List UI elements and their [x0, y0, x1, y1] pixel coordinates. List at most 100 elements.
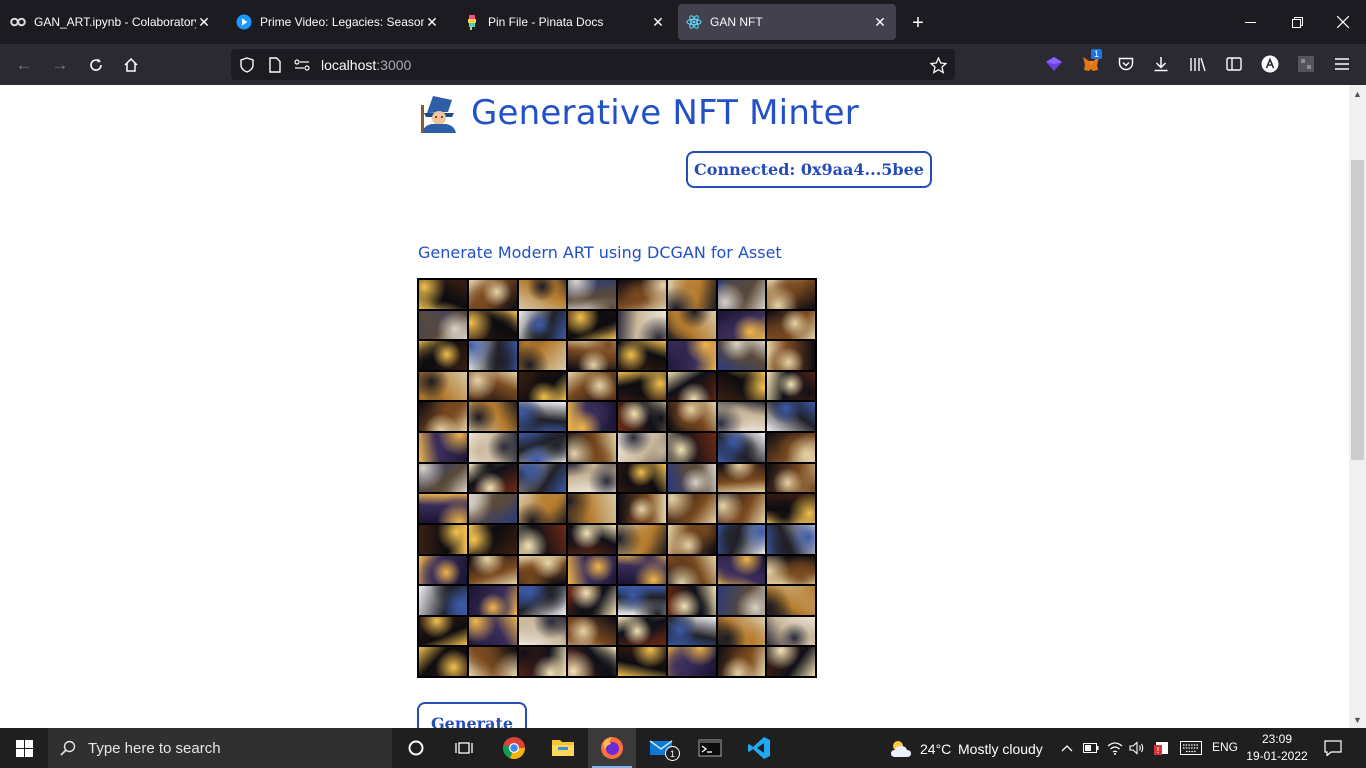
art-tile [618, 341, 666, 370]
pocket-icon[interactable] [1114, 52, 1138, 76]
art-tile [767, 433, 815, 462]
art-tile [568, 463, 616, 493]
art-tile [468, 555, 517, 585]
mail-badge: 1 [665, 746, 680, 761]
taskbar-terminal[interactable] [686, 728, 734, 768]
tab-label: Prime Video: Legacies: Season 4 [260, 15, 424, 29]
close-window-button[interactable] [1328, 8, 1358, 36]
cortana-button[interactable] [392, 728, 440, 768]
art-tile [767, 371, 815, 401]
page-icon[interactable] [266, 56, 284, 74]
art-tile [767, 280, 815, 309]
forward-button[interactable]: → [47, 52, 73, 78]
chevron-up-icon[interactable] [1058, 739, 1076, 757]
taskbar-firefox[interactable] [588, 728, 636, 768]
colab-icon [10, 14, 26, 30]
restore-button[interactable] [1282, 8, 1312, 36]
weather-text[interactable]: Mostly cloudy [958, 741, 1043, 757]
start-button[interactable] [0, 728, 48, 768]
art-tile [568, 371, 616, 401]
weather-temp[interactable]: 24°C [920, 741, 951, 757]
art-tile [568, 341, 616, 370]
taskbar-mail[interactable]: 1 [637, 728, 685, 768]
chrome-icon [503, 737, 526, 760]
taskbar-file-explorer[interactable] [539, 728, 587, 768]
minimize-button[interactable] [1235, 8, 1265, 36]
art-tile [518, 586, 567, 615]
shield-icon[interactable] [238, 56, 256, 74]
art-tile [618, 586, 666, 615]
tab-gan-nft[interactable]: GAN NFT ✕ [678, 4, 896, 40]
art-tile [717, 524, 766, 554]
home-button[interactable] [118, 52, 144, 78]
browser-tab-bar: GAN_ART.ipynb - Colaboratory ✕ Prime Vid… [0, 0, 1366, 44]
art-tile [767, 310, 815, 340]
wallet-connect-button[interactable]: Connected: 0x9aa4...5bee [686, 151, 932, 188]
tab-pinata[interactable]: Pin File - Pinata Docs ✕ [456, 4, 674, 40]
security-alert-icon[interactable]: ! [1152, 739, 1170, 757]
header: Generative NFT Minter [418, 89, 859, 137]
scroll-down-icon[interactable]: ▼ [1352, 714, 1363, 725]
art-tile [717, 616, 766, 646]
art-tile [568, 524, 616, 554]
art-tile [717, 647, 766, 676]
tab-colab[interactable]: GAN_ART.ipynb - Colaboratory ✕ [2, 4, 220, 40]
library-icon[interactable] [1186, 52, 1210, 76]
art-tile [568, 555, 616, 585]
download-icon[interactable] [1149, 52, 1173, 76]
notification-icon[interactable] [1324, 739, 1342, 757]
minimize-icon [1244, 21, 1256, 23]
art-tile [468, 586, 517, 615]
firefox-icon [601, 737, 623, 759]
wifi-icon[interactable] [1106, 739, 1124, 757]
page-scrollbar[interactable]: ▲ ▼ [1349, 85, 1366, 728]
art-tile [717, 494, 766, 523]
account-avatar-icon[interactable] [1258, 52, 1282, 76]
taskbar-chrome[interactable] [490, 728, 538, 768]
bookmark-star-icon[interactable] [929, 56, 947, 74]
language-indicator[interactable]: ENG [1212, 740, 1238, 754]
weather-cloudy-icon[interactable] [888, 736, 914, 760]
page-title: Generative NFT Minter [471, 93, 859, 133]
art-tile [518, 494, 567, 523]
metamask-fox-icon[interactable]: 1 [1079, 49, 1103, 76]
taskbar-search[interactable]: Type here to search [48, 728, 392, 768]
art-tile [618, 647, 666, 676]
taskbar-vscode[interactable] [735, 728, 783, 768]
tab-label: GAN NFT [710, 15, 763, 29]
clock[interactable]: 23:09 19-01-2022 [1242, 731, 1312, 765]
url-bar[interactable]: localhost:3000 [231, 49, 955, 80]
scroll-up-icon[interactable]: ▲ [1352, 88, 1363, 99]
close-icon[interactable]: ✕ [196, 14, 212, 30]
sidebar-icon[interactable] [1222, 52, 1246, 76]
permissions-icon[interactable] [293, 56, 311, 74]
extension-grid-icon[interactable] [1294, 52, 1318, 76]
reload-button[interactable] [83, 52, 109, 78]
art-tile [518, 524, 567, 554]
task-view-button[interactable] [440, 728, 488, 768]
battery-icon[interactable] [1082, 739, 1100, 757]
keyboard-icon[interactable] [1180, 739, 1202, 757]
art-tile [767, 647, 815, 676]
art-tile [419, 371, 467, 401]
art-tile [419, 616, 467, 646]
back-button[interactable]: ← [11, 52, 37, 78]
url-text[interactable]: localhost:3000 [321, 57, 411, 73]
extension-polygon-icon[interactable] [1042, 52, 1066, 76]
art-tile [618, 280, 666, 309]
tab-prime-video[interactable]: Prime Video: Legacies: Season 4 ✕ [228, 4, 448, 40]
art-tile [667, 463, 716, 493]
close-icon[interactable]: ✕ [650, 14, 666, 30]
speaker-icon[interactable] [1128, 739, 1146, 757]
art-tile [667, 555, 716, 585]
generate-button[interactable]: Generate [417, 702, 527, 728]
art-tile [717, 280, 766, 309]
art-tile [767, 463, 815, 493]
close-icon[interactable]: ✕ [424, 14, 440, 30]
close-icon[interactable]: ✕ [872, 14, 888, 30]
menu-icon[interactable] [1330, 52, 1354, 76]
scroll-thumb[interactable] [1351, 160, 1364, 460]
extension-badge: 1 [1091, 49, 1103, 59]
art-tile [667, 402, 716, 432]
new-tab-button[interactable]: + [905, 10, 931, 36]
